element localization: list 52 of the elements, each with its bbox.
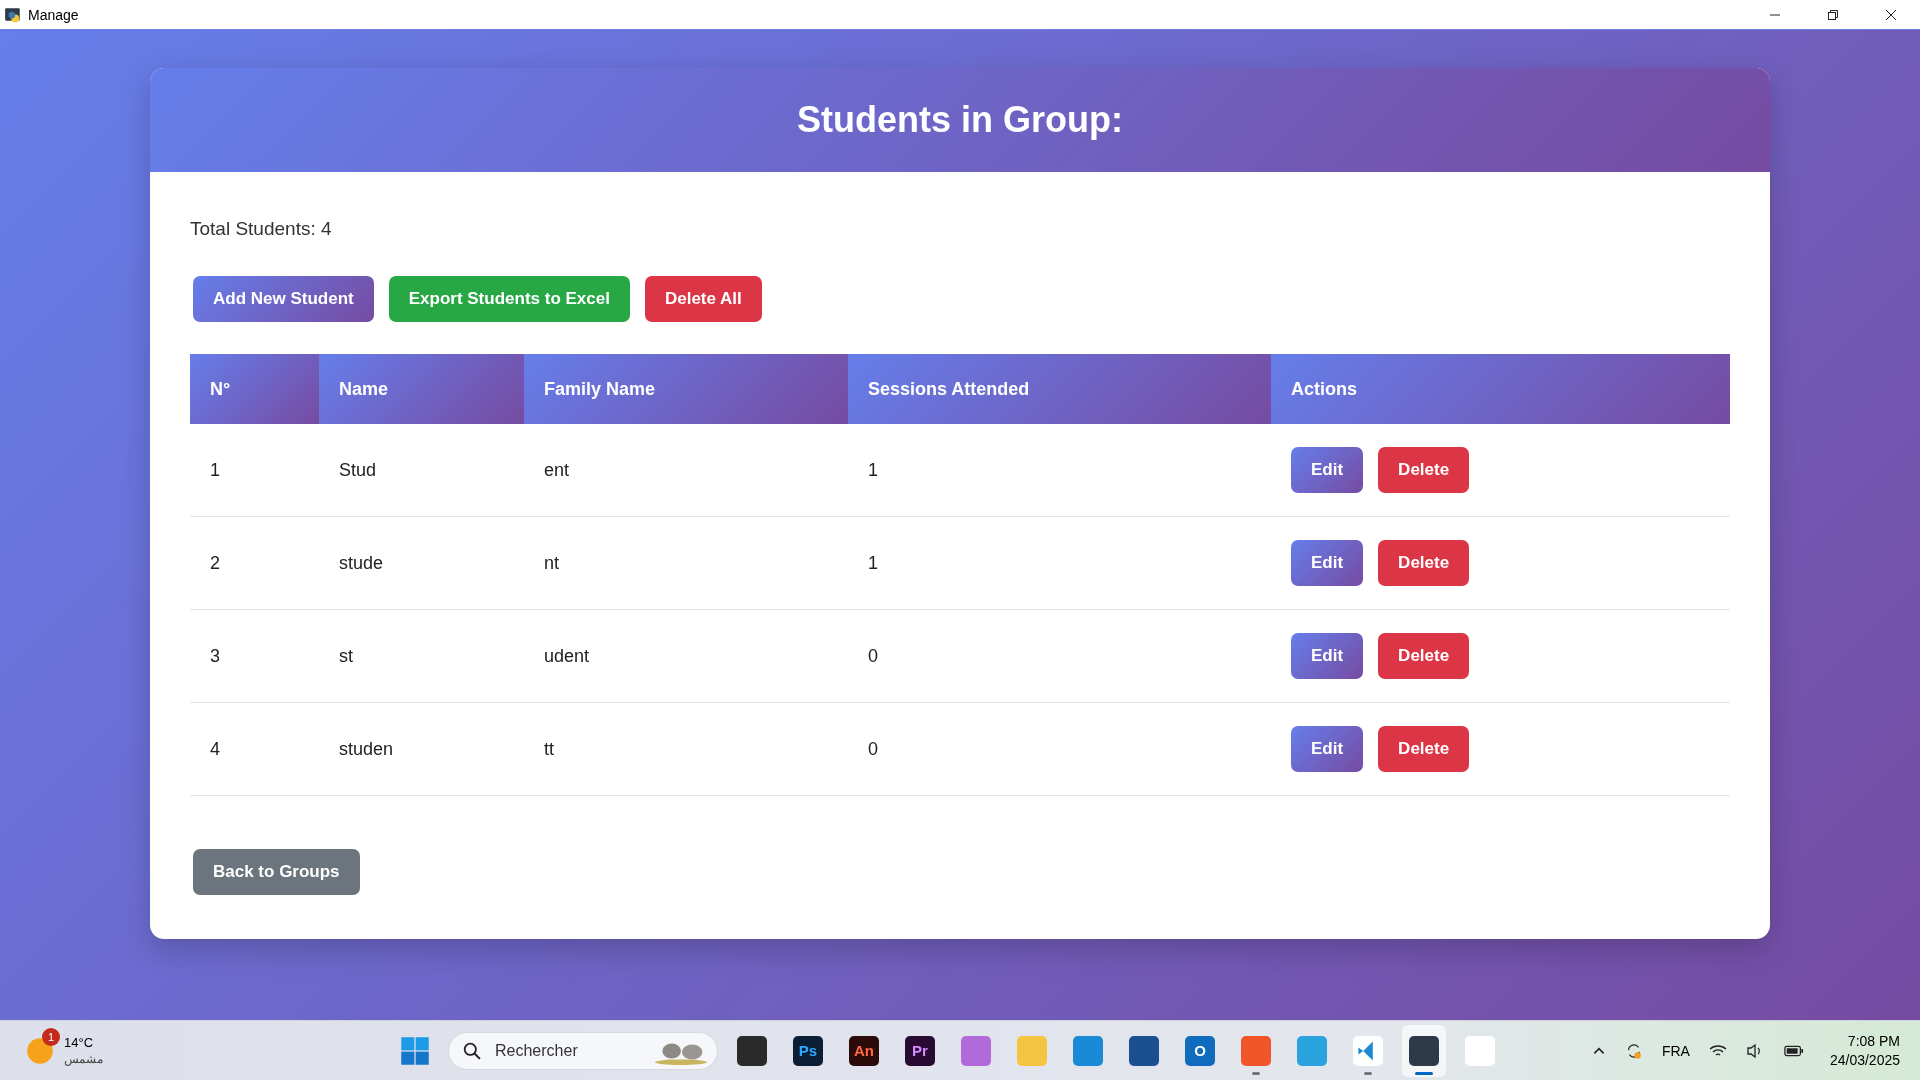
taskbar-app[interactable]: Ps [786,1024,830,1077]
start-icon[interactable] [400,1035,430,1066]
column-header: Name [319,354,524,424]
app-icon [4,5,22,24]
clock-time[interactable]: 7:08 PM [1847,1033,1900,1049]
table-cell: 0 [868,738,878,759]
page-title: Students in Group: [797,99,1123,141]
table-cell: udent [544,645,590,666]
search-icon [463,1041,481,1060]
action-button[interactable]: Delete All [644,276,762,322]
column-header: Sessions Attended [848,354,1271,424]
edit-button[interactable]: Edit [1291,633,1364,679]
table-cell: ent [544,459,570,480]
window-title: Manage [28,6,79,23]
temperature: 14°C [64,1035,95,1050]
weather-condition: مشمس [64,1052,103,1066]
search-bar[interactable]: Rechercher [448,1031,718,1070]
table-cell: 0 [868,645,878,666]
edit-button[interactable]: Edit [1291,726,1364,772]
edit-button[interactable]: Edit [1291,447,1364,493]
table-cell: stude [339,552,384,573]
table-cell: Stud [339,459,377,480]
delete-button[interactable]: Delete [1378,633,1470,679]
table-cell: 1 [868,459,878,480]
clock-date[interactable]: 24/03/2025 [1829,1052,1900,1068]
column-header: Actions [1271,354,1730,424]
table-cell: tt [544,738,554,759]
total-students: Total Students: 4 [190,218,333,240]
action-button[interactable]: Export Students to Excel [388,276,630,322]
table-cell: 3 [210,645,220,666]
taskbar-app[interactable] [1402,1024,1446,1077]
taskbar-app[interactable]: Pr [898,1024,942,1077]
edit-button[interactable]: Edit [1291,540,1364,586]
language-indicator[interactable]: FRA [1661,1042,1690,1059]
delete-button[interactable]: Delete [1378,726,1470,772]
table-cell: st [339,645,353,666]
table-cell: nt [544,552,559,573]
taskbar-app[interactable]: O [1178,1024,1222,1077]
back-button[interactable]: Back to Groups [193,849,360,895]
table-cell: 1 [868,552,878,573]
search-input[interactable]: Rechercher [493,1040,647,1061]
delete-button[interactable]: Delete [1378,540,1470,586]
column-header: Family Name [524,354,848,424]
notification-badge: 1 [42,1027,60,1046]
table-cell: 4 [210,738,220,759]
taskbar-app[interactable]: An [842,1024,886,1077]
table-cell: 1 [210,459,220,480]
table-cell: studen [339,738,394,759]
delete-button[interactable]: Delete [1378,447,1470,493]
action-button[interactable]: Add New Student [193,276,374,322]
table-cell: 2 [210,552,220,573]
column-header: N° [190,354,319,424]
